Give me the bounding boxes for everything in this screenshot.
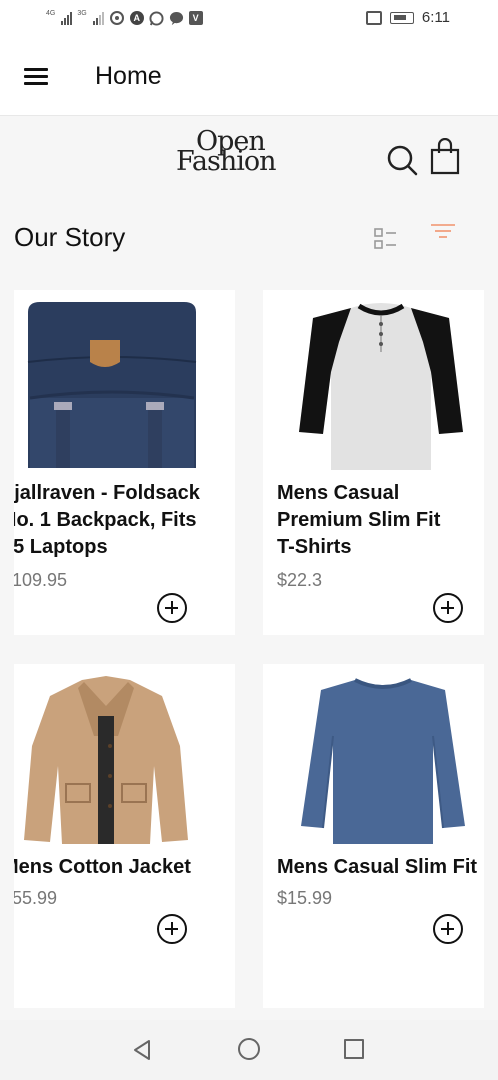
add-to-cart-icon[interactable]: [157, 593, 187, 623]
app-bar: Home: [0, 38, 498, 116]
back-icon[interactable]: [132, 1039, 152, 1061]
filter-icon[interactable]: [430, 222, 456, 240]
logo-line-2: Fashion: [176, 146, 277, 177]
network-type-2: 3G: [77, 9, 87, 17]
product-name-line: Premium Slim Fit: [277, 509, 441, 531]
home-icon[interactable]: [238, 1038, 260, 1060]
status-left: 4G 3G A V: [46, 10, 203, 26]
product-price: $55.99: [14, 888, 58, 908]
network-type-1: 4G: [46, 9, 56, 17]
product-name: Mens Cotton Jacket: [14, 854, 191, 881]
product-image-backpack: [27, 302, 197, 468]
product-name-line: Mens Casual: [277, 482, 400, 504]
hamburger-icon[interactable]: [24, 68, 48, 86]
product-card[interactable]: Mens Casual Slim Fit $15.99: [263, 664, 484, 1008]
product-card[interactable]: Fjallraven - Foldsack No. 1 Backpack, Fi…: [14, 290, 235, 635]
product-name-line: No. 1 Backpack, Fits: [14, 509, 197, 531]
product-price: $15.99: [277, 888, 333, 908]
product-name-line: Mens Cotton Jacket: [14, 856, 191, 878]
signal-icon: [61, 11, 73, 25]
status-time: 6:11: [421, 9, 450, 26]
vibrate-icon: [365, 10, 382, 25]
page-title: Home: [95, 62, 162, 90]
shopping-bag-icon[interactable]: [428, 138, 462, 176]
add-to-cart-icon[interactable]: [433, 914, 463, 944]
hotspot-icon: [109, 11, 124, 25]
list-view-icon[interactable]: [372, 226, 400, 252]
add-to-cart-icon[interactable]: [157, 914, 187, 944]
product-card[interactable]: Mens Cotton Jacket $55.99: [14, 664, 235, 1008]
status-bar: 4G 3G A V 6:11: [0, 0, 498, 38]
product-name-line: T-Shirts: [277, 536, 352, 558]
product-image-raglan-tshirt: [299, 303, 463, 470]
product-name: Fjallraven - Foldsack No. 1 Backpack, Fi…: [14, 480, 200, 561]
product-image-long-sleeve-tee: [301, 678, 465, 844]
product-name: Mens Casual Premium Slim Fit T-Shirts: [277, 480, 440, 561]
product-name-line: Fjallraven - Foldsack: [14, 482, 200, 504]
product-image-cotton-jacket: [24, 676, 188, 844]
section-title: Our Story: [14, 222, 126, 252]
battery-icon: [389, 11, 414, 24]
brand-logo: Open Fashion: [174, 126, 294, 182]
status-right: 6:11: [365, 9, 450, 26]
system-nav-bar: [0, 1020, 498, 1080]
product-price: $22.3: [277, 570, 323, 590]
recents-icon[interactable]: [344, 1039, 364, 1059]
product-price: $109.95: [14, 570, 68, 590]
product-card[interactable]: Mens Casual Premium Slim Fit T-Shirts $2…: [263, 290, 484, 635]
signal-icon: [92, 11, 104, 25]
whatsapp-icon: [149, 10, 164, 26]
add-to-cart-icon[interactable]: [433, 593, 463, 623]
viber-icon: V: [188, 11, 203, 25]
product-name: Mens Casual Slim Fit: [277, 854, 477, 881]
app-a-icon: A: [129, 11, 144, 25]
search-icon[interactable]: [384, 142, 420, 178]
product-name-line: 15 Laptops: [14, 536, 108, 558]
product-name-line: Mens Casual Slim Fit: [277, 856, 478, 878]
messenger-icon: [169, 11, 183, 25]
